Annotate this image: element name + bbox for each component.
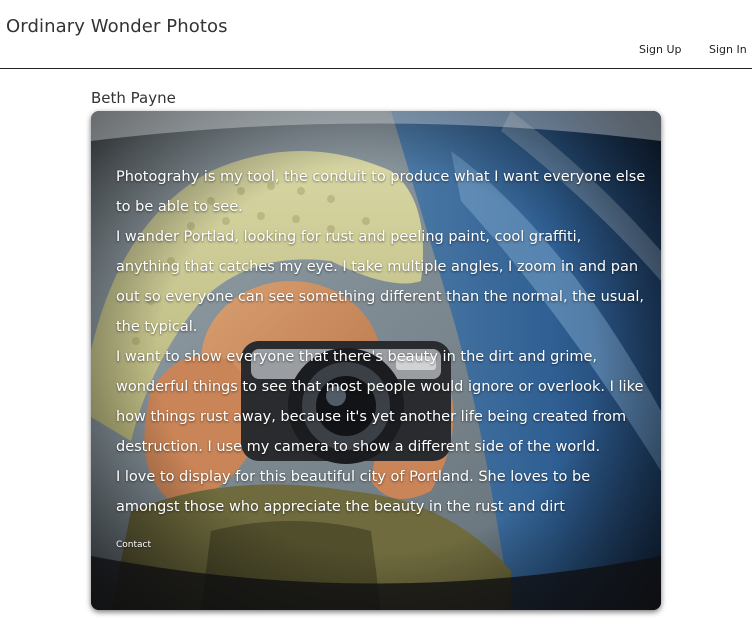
sign-in-link[interactable]: Sign In: [709, 43, 747, 56]
sign-up-link[interactable]: Sign Up: [639, 43, 682, 56]
bio-paragraph: I want to show everyone that there's bea…: [116, 349, 644, 455]
bio-text: Photograhy is my tool, the conduit to pr…: [116, 162, 646, 522]
author-name: Beth Payne: [91, 89, 176, 107]
bio-paragraph: I wander Portlad, looking for rust and p…: [116, 229, 645, 335]
contact-link[interactable]: Contact: [116, 540, 151, 550]
bio-paragraph: I love to display for this beautiful cit…: [116, 469, 591, 515]
profile-card: Photograhy is my tool, the conduit to pr…: [91, 111, 661, 610]
site-header: Ordinary Wonder Photos Sign Up Sign In: [0, 0, 752, 69]
site-title-link[interactable]: Ordinary Wonder Photos: [6, 16, 228, 37]
bio-paragraph: Photograhy is my tool, the conduit to pr…: [116, 169, 646, 215]
